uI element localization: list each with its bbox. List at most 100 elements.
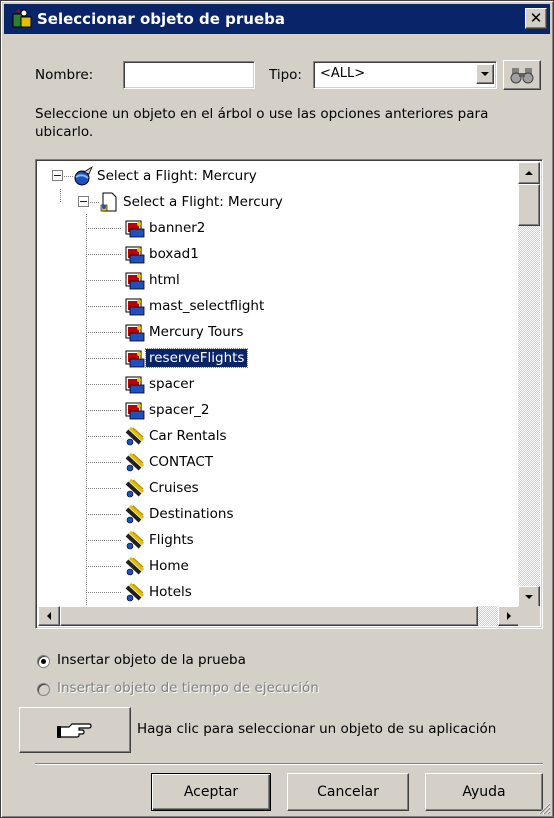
tree-view[interactable]: − Select a Flight: Mercury − Select a Fl… xyxy=(38,162,520,608)
tree-node-root[interactable]: Select a Flight: Mercury xyxy=(72,163,260,189)
scrollbar-corner xyxy=(518,606,540,626)
arrow-up-icon xyxy=(525,171,533,175)
image-icon xyxy=(125,220,145,238)
tree-node-label: reserveFlights xyxy=(144,348,249,368)
find-button[interactable] xyxy=(503,60,541,90)
binoculars-icon xyxy=(510,68,534,84)
tree-node[interactable]: Home xyxy=(124,553,192,579)
window-title: Seleccionar objeto de prueba xyxy=(37,10,285,28)
tree-node-label: spacer_2 xyxy=(149,402,210,418)
tree-node-label: html xyxy=(149,272,180,288)
tree-node[interactable]: html xyxy=(124,267,183,293)
tree-node-label: banner2 xyxy=(149,220,206,236)
vertical-scroll-thumb[interactable] xyxy=(518,184,540,226)
scroll-up-button[interactable] xyxy=(518,162,540,184)
help-button[interactable]: Ayuda xyxy=(425,773,543,811)
tree-connector xyxy=(88,410,122,411)
tree-node-label: Flights xyxy=(149,532,194,548)
dialog-window: Seleccionar objeto de prueba ✕ Nombre: T… xyxy=(0,0,554,818)
image-icon xyxy=(125,350,145,368)
type-select[interactable]: <ALL> xyxy=(313,61,497,89)
page-icon xyxy=(100,192,117,212)
tree-node-label: Car Rentals xyxy=(149,428,227,444)
radio-selected-dot xyxy=(41,659,46,664)
tree-node[interactable]: spacer xyxy=(124,371,197,397)
type-dropdown-button[interactable] xyxy=(476,64,494,84)
object-tree[interactable]: − Select a Flight: Mercury − Select a Fl… xyxy=(35,159,543,629)
arrow-right-icon xyxy=(507,612,511,620)
tree-connector xyxy=(88,306,122,307)
resize-grip-icon[interactable] xyxy=(537,801,551,815)
tree-connector xyxy=(88,436,122,437)
arrow-down-icon xyxy=(525,595,533,599)
insert-runtime-object-radio[interactable] xyxy=(37,683,50,696)
tree-node-page[interactable]: Select a Flight: Mercury xyxy=(98,189,286,215)
tree-node[interactable]: Car Rentals xyxy=(124,423,230,449)
scroll-right-button[interactable] xyxy=(498,606,520,626)
tree-node[interactable]: CONTACT xyxy=(124,449,216,475)
image-icon xyxy=(125,402,145,420)
link-icon xyxy=(125,478,145,498)
link-icon xyxy=(125,530,145,550)
browser-icon xyxy=(74,165,93,186)
tree-node-label: Home xyxy=(149,558,189,574)
tree-node-label: Cruises xyxy=(149,480,199,496)
type-label: Tipo: xyxy=(269,67,302,83)
separator xyxy=(35,763,543,765)
tree-node[interactable]: Destinations xyxy=(124,501,237,527)
tree-node[interactable]: Mercury Tours xyxy=(124,319,246,345)
tree-connector xyxy=(88,280,122,281)
scroll-left-button[interactable] xyxy=(38,606,60,626)
link-icon xyxy=(125,582,145,602)
tree-connector xyxy=(88,488,122,489)
close-button[interactable]: ✕ xyxy=(525,8,547,29)
title-bar[interactable]: Seleccionar objeto de prueba ✕ xyxy=(4,4,550,34)
instructions-text: Seleccione un objeto en el árbol o use l… xyxy=(35,106,489,140)
tree-node[interactable]: reserveFlights xyxy=(124,345,249,371)
close-icon: ✕ xyxy=(529,9,543,27)
tree-node[interactable]: boxad1 xyxy=(124,241,202,267)
tree-connector xyxy=(88,462,122,463)
chevron-down-icon xyxy=(481,72,489,76)
tree-node-label: CONTACT xyxy=(149,454,214,470)
name-input[interactable] xyxy=(123,61,255,89)
tree-vertical-scrollbar[interactable] xyxy=(518,162,540,608)
insert-runtime-object-label: Insertar objeto de tiempo de ejecución xyxy=(57,680,319,696)
tree-connector xyxy=(88,332,122,333)
insert-test-object-radio[interactable] xyxy=(37,655,50,668)
cancel-button[interactable]: Cancelar xyxy=(287,773,409,811)
arrow-left-icon xyxy=(47,612,51,620)
collapse-page-toggle[interactable]: − xyxy=(78,196,89,207)
tree-node[interactable]: banner2 xyxy=(124,215,208,241)
link-icon xyxy=(125,452,145,472)
image-icon xyxy=(125,324,145,342)
pointing-hand-icon xyxy=(57,723,92,738)
tree-node-label: Select a Flight: Mercury xyxy=(97,168,257,184)
tree-connector xyxy=(88,384,122,385)
tree-connector xyxy=(88,358,122,359)
type-select-value: <ALL> xyxy=(320,66,366,81)
tree-connector xyxy=(88,228,122,229)
tree-node[interactable]: mast_selectflight xyxy=(124,293,267,319)
scroll-down-button[interactable] xyxy=(518,586,540,608)
tree-connector xyxy=(88,592,122,593)
tree-node[interactable]: Cruises xyxy=(124,475,202,501)
tree-connector xyxy=(88,566,122,567)
image-icon xyxy=(125,272,145,290)
tree-node[interactable]: Hotels xyxy=(124,579,195,605)
horizontal-scroll-thumb[interactable] xyxy=(60,606,478,626)
insert-test-object-label[interactable]: Insertar objeto de la prueba xyxy=(57,652,246,668)
tree-node[interactable]: spacer_2 xyxy=(124,397,213,423)
image-icon xyxy=(125,376,145,394)
link-icon xyxy=(125,426,145,446)
pointing-hand-button[interactable] xyxy=(19,707,131,753)
tree-node-label: Destinations xyxy=(149,506,234,522)
tree-node[interactable]: Flights xyxy=(124,527,197,553)
pointer-hint-text: Haga clic para seleccionar un objeto de … xyxy=(137,721,497,737)
tree-connector xyxy=(88,540,122,541)
tree-horizontal-scrollbar[interactable] xyxy=(38,606,520,626)
ok-button[interactable]: Aceptar xyxy=(151,773,271,811)
image-icon xyxy=(125,246,145,264)
tree-connector xyxy=(88,514,122,515)
collapse-root-toggle[interactable]: − xyxy=(52,170,63,181)
